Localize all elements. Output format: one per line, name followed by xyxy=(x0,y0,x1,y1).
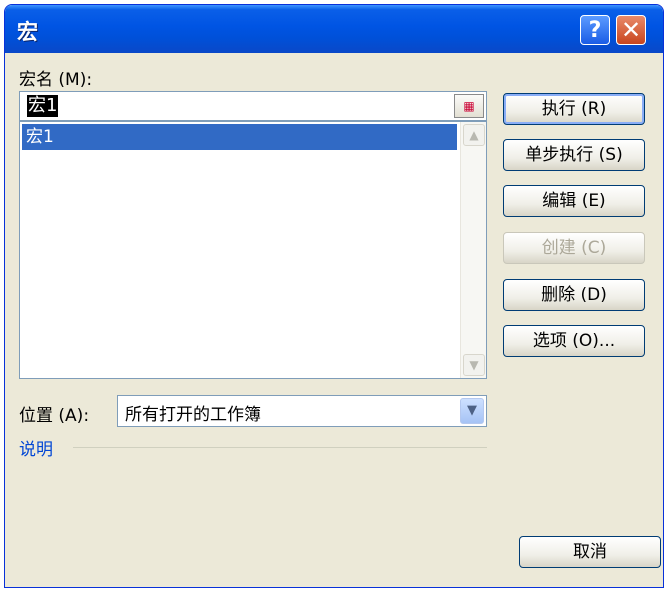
options-button[interactable]: 选项 (O)... xyxy=(503,325,645,357)
description-divider xyxy=(73,447,487,448)
macro-name-label: 宏名 (M): xyxy=(19,70,93,90)
create-button[interactable]: 创建 (C) xyxy=(503,232,645,264)
scroll-down-button[interactable]: ▼ xyxy=(463,354,485,376)
chevron-down-icon: ▼ xyxy=(467,403,477,418)
location-dropdown-button[interactable]: ▼ xyxy=(460,398,484,424)
window-title: 宏 xyxy=(17,20,38,44)
macro-name-input[interactable]: 宏1 ▦ xyxy=(19,91,487,121)
step-into-button[interactable]: 单步执行 (S) xyxy=(503,139,645,171)
chevron-up-icon: ▲ xyxy=(469,128,479,142)
help-icon: ? xyxy=(588,17,602,43)
description-label: 说明 xyxy=(19,440,53,460)
delete-button[interactable]: 删除 (D) xyxy=(503,279,645,311)
close-button[interactable]: ✕ xyxy=(616,15,646,45)
run-button[interactable]: 执行 (R) xyxy=(503,93,645,125)
macro-list[interactable]: 宏1 ▲ ▼ xyxy=(19,121,487,379)
title-bar[interactable]: 宏 ? ✕ xyxy=(5,5,663,53)
range-picker-icon: ▦ xyxy=(463,99,475,113)
location-select[interactable]: 所有打开的工作簿 ▼ xyxy=(117,395,487,427)
chevron-down-icon: ▼ xyxy=(469,358,479,372)
macro-name-value: 宏1 xyxy=(27,95,59,117)
location-label: 位置 (A): xyxy=(19,406,90,426)
location-value: 所有打开的工作簿 xyxy=(125,405,261,425)
list-item[interactable]: 宏1 xyxy=(22,124,457,150)
range-picker-button[interactable]: ▦ xyxy=(454,94,484,118)
help-button[interactable]: ? xyxy=(580,15,610,45)
scroll-up-button[interactable]: ▲ xyxy=(463,124,485,146)
vertical-scrollbar[interactable]: ▲ ▼ xyxy=(460,122,486,378)
macro-dialog: 宏 ? ✕ 宏名 (M): 宏1 ▦ 宏1 ▲ ▼ 执行 (R) 单步执行 (S… xyxy=(4,4,664,588)
edit-button[interactable]: 编辑 (E) xyxy=(503,185,645,217)
cancel-button[interactable]: 取消 xyxy=(519,536,661,568)
close-icon: ✕ xyxy=(620,16,642,44)
